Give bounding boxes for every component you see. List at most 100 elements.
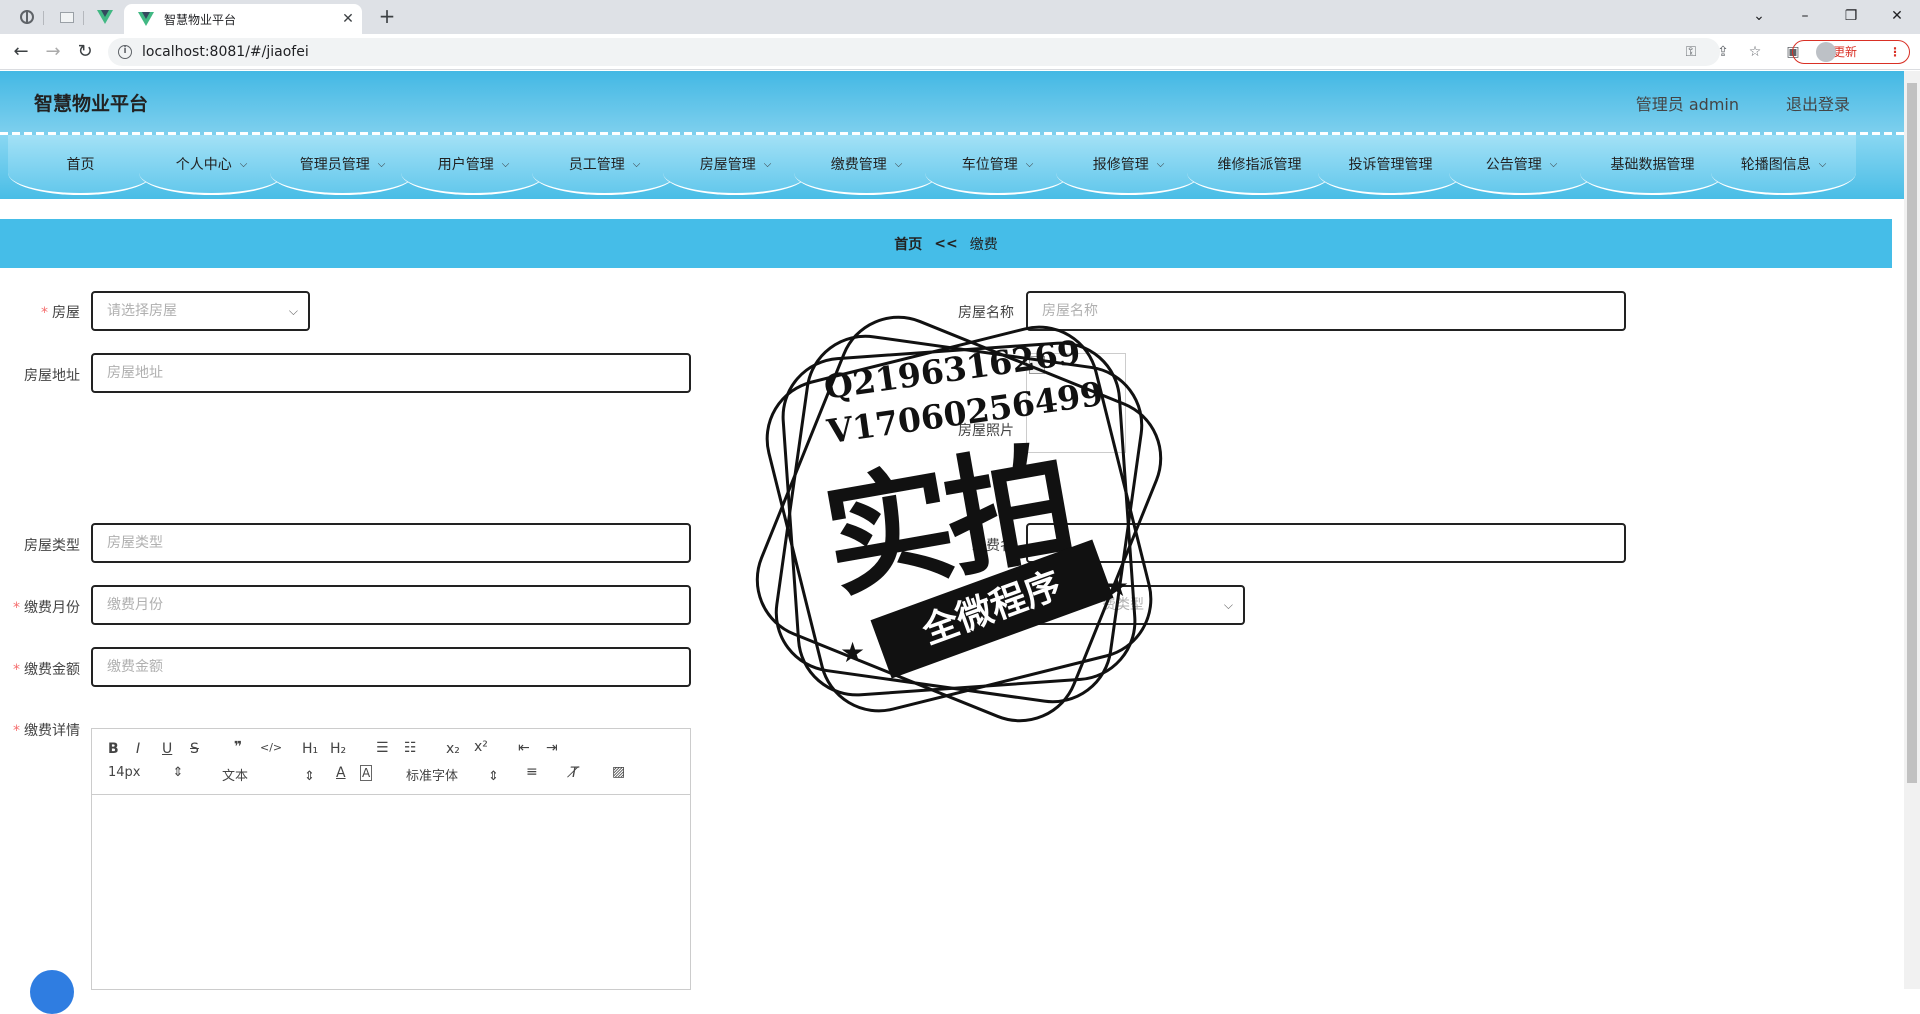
fee-name-label: 缴费名 bbox=[972, 538, 1014, 554]
house-address-label: 房屋地址 bbox=[24, 368, 80, 384]
outdent-icon[interactable]: ⇤ bbox=[518, 740, 530, 756]
scroll-thumb[interactable] bbox=[1907, 83, 1917, 783]
nav-item-label: 投诉管理管理 bbox=[1348, 157, 1433, 173]
chevron-down-icon: ⌵ bbox=[632, 158, 641, 170]
nav-item[interactable]: 个人中心 ⌵ bbox=[139, 135, 284, 195]
floating-help-button[interactable] bbox=[30, 970, 74, 1014]
subscript-icon[interactable]: x₂ bbox=[446, 741, 460, 757]
nav-item[interactable]: 用户管理 ⌵ bbox=[401, 135, 546, 195]
globe-icon bbox=[20, 10, 34, 24]
house-label: * 房屋 bbox=[41, 305, 80, 321]
new-tab-button[interactable]: + bbox=[376, 6, 398, 28]
close-window-button[interactable]: ✕ bbox=[1874, 4, 1920, 28]
nav-item[interactable]: 报修管理 ⌵ bbox=[1056, 135, 1201, 195]
font-color-icon[interactable]: A bbox=[336, 765, 346, 781]
superscript-icon[interactable]: x² bbox=[474, 739, 488, 755]
nav-item[interactable]: 公告管理 ⌵ bbox=[1449, 135, 1594, 195]
key-icon[interactable]: ⚿ bbox=[1682, 43, 1700, 61]
nav-item-label: 管理员管理 bbox=[299, 157, 370, 173]
bullet-list-icon[interactable]: ☷ bbox=[404, 740, 417, 756]
back-button[interactable]: ← bbox=[10, 41, 32, 63]
underline-icon[interactable]: U bbox=[162, 741, 172, 757]
house-name-input[interactable]: 房屋名称 bbox=[1026, 291, 1626, 331]
bookmark-star-icon[interactable]: ☆ bbox=[1746, 43, 1764, 61]
tab-globe[interactable] bbox=[10, 4, 44, 30]
fee-type-select[interactable]: 费类型 ⌵ bbox=[1026, 585, 1245, 625]
forward-button[interactable]: → bbox=[42, 41, 64, 63]
code-block-icon[interactable]: </> bbox=[260, 741, 282, 754]
nav-item-label: 轮播图信息 bbox=[1740, 157, 1811, 173]
tab-vue[interactable] bbox=[88, 4, 122, 30]
nav-item-label: 公告管理 bbox=[1485, 157, 1542, 173]
align-icon[interactable]: ≡ bbox=[526, 764, 538, 780]
chevron-down-icon: ⌵ bbox=[377, 158, 386, 170]
bold-icon[interactable]: B bbox=[108, 741, 119, 757]
house-select[interactable]: 请选择房屋 ⌵ bbox=[91, 291, 310, 331]
fee-amount-input[interactable]: 缴费金额 bbox=[91, 647, 691, 687]
fee-amount-label: * 缴费金额 bbox=[13, 662, 80, 678]
chevron-down-icon: ⌵ bbox=[239, 158, 248, 170]
text-style-select[interactable]: 文本 ⇕ bbox=[222, 765, 315, 784]
page-scrollbar[interactable] bbox=[1904, 71, 1920, 989]
background-color-icon[interactable]: A bbox=[360, 765, 373, 781]
font-family-select[interactable]: 标准字体 ⇕ bbox=[406, 765, 499, 784]
fee-name-input[interactable] bbox=[1026, 523, 1626, 563]
logout-link[interactable]: 退出登录 bbox=[1786, 91, 1850, 115]
chevron-down-icon: ⌵ bbox=[1223, 598, 1233, 612]
clear-format-icon[interactable]: T̸ bbox=[570, 765, 579, 781]
tab-active[interactable]: 智慧物业平台 ✕ bbox=[124, 4, 362, 34]
browser-tab-bar: 智慧物业平台 ✕ + ⌄ – ❐ ✕ bbox=[0, 0, 1920, 34]
nav-item[interactable]: 基础数据管理 bbox=[1580, 135, 1725, 195]
tab-search-chevron-icon[interactable]: ⌄ bbox=[1736, 4, 1782, 28]
nav-item[interactable]: 缴费管理 ⌵ bbox=[794, 135, 939, 195]
nav-item[interactable]: 轮播图信息 ⌵ bbox=[1711, 135, 1856, 195]
chevron-down-icon: ⌵ bbox=[1156, 158, 1165, 170]
broken-image-icon bbox=[1029, 356, 1045, 374]
tab-blank[interactable] bbox=[50, 4, 84, 30]
fee-detail-editor: B I U S ❞ </> H₁ H₂ ☰ ☷ x₂ x² ⇤ ⇥ 14px ⇕ … bbox=[91, 728, 691, 990]
ordered-list-icon[interactable]: ☰ bbox=[376, 740, 389, 756]
editor-toolbar: B I U S ❞ </> H₁ H₂ ☰ ☷ x₂ x² ⇤ ⇥ 14px ⇕ … bbox=[92, 729, 690, 795]
profile-avatar[interactable] bbox=[1816, 42, 1836, 62]
header1-icon[interactable]: H₁ bbox=[302, 741, 318, 757]
header2-icon[interactable]: H₂ bbox=[330, 741, 346, 757]
address-bar[interactable]: i localhost:8081/#/jiaofei bbox=[108, 38, 1720, 66]
strike-icon[interactable]: S bbox=[190, 741, 199, 757]
share-icon[interactable]: ⇪ bbox=[1714, 43, 1732, 61]
chevron-down-icon: ⌵ bbox=[1818, 158, 1827, 170]
font-size-select[interactable]: 14px ⇕ bbox=[108, 765, 183, 780]
nav-item[interactable]: 管理员管理 ⌵ bbox=[270, 135, 415, 195]
chevron-down-icon: ⌵ bbox=[1025, 158, 1034, 170]
nav-item[interactable]: 员工管理 ⌵ bbox=[532, 135, 677, 195]
reload-button[interactable]: ↻ bbox=[74, 41, 96, 63]
nav-item-label: 基础数据管理 bbox=[1610, 157, 1695, 173]
house-type-input[interactable]: 房屋类型 bbox=[91, 523, 691, 563]
info-icon[interactable]: i bbox=[118, 45, 132, 59]
fee-month-input[interactable]: 缴费月份 bbox=[91, 585, 691, 625]
fee-detail-label: * 缴费详情 bbox=[13, 723, 80, 739]
vue-icon bbox=[97, 10, 113, 24]
nav-item[interactable]: 车位管理 ⌵ bbox=[925, 135, 1070, 195]
minimize-button[interactable]: – bbox=[1782, 4, 1828, 28]
house-name-label: 房屋名称 bbox=[958, 305, 1014, 321]
house-photo-label: 房屋照片 bbox=[958, 423, 1014, 439]
fee-type-placeholder: 费类型 bbox=[1102, 597, 1144, 613]
page-icon bbox=[60, 11, 74, 23]
close-tab-icon[interactable]: ✕ bbox=[340, 11, 356, 27]
nav-item-label: 维修指派管理 bbox=[1217, 157, 1302, 173]
house-address-input[interactable]: 房屋地址 bbox=[91, 353, 691, 393]
indent-icon[interactable]: ⇥ bbox=[546, 740, 558, 756]
update-button[interactable]: 更新 ⋮ bbox=[1792, 40, 1910, 64]
blockquote-icon[interactable]: ❞ bbox=[234, 739, 242, 755]
editor-content[interactable] bbox=[92, 795, 690, 985]
nav-item[interactable]: 投诉管理管理 bbox=[1318, 135, 1463, 195]
nav-item[interactable]: 房屋管理 ⌵ bbox=[663, 135, 808, 195]
restore-button[interactable]: ❐ bbox=[1828, 4, 1874, 28]
italic-icon[interactable]: I bbox=[136, 741, 140, 757]
nav-item[interactable]: 维修指派管理 bbox=[1187, 135, 1332, 195]
nav-item-label: 缴费管理 bbox=[830, 157, 887, 173]
nav-item[interactable]: 首页 bbox=[8, 135, 153, 195]
image-icon[interactable]: ▨ bbox=[612, 764, 625, 780]
breadcrumb-home[interactable]: 首页 bbox=[894, 234, 922, 254]
nav-item-label: 房屋管理 bbox=[699, 157, 756, 173]
